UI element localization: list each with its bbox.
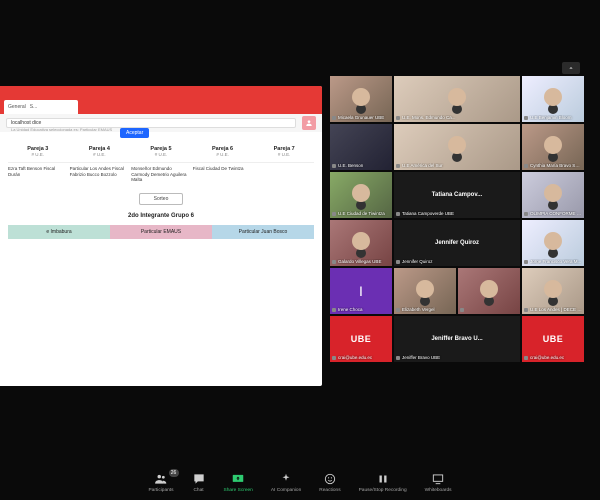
video-tile[interactable]: UBEcrai@ube.edu.ec — [522, 316, 584, 362]
whiteboard-icon — [431, 472, 445, 486]
video-tile[interactable]: U.E Ciudad de Tiwintza — [330, 172, 392, 218]
participant-name: Jorge Francisco Vera M... — [524, 259, 582, 264]
participant-name — [460, 307, 518, 312]
video-tile[interactable]: U.E América del Sur — [394, 124, 520, 170]
video-tile[interactable]: Jorge Francisco Vera M... — [522, 220, 584, 266]
participant-name: Cynthia María Bravo Suá... — [524, 163, 582, 168]
participant-name: Jeniffer Bravo UBE — [396, 355, 518, 360]
sparkle-icon — [279, 472, 293, 486]
group-bars: e Imbabura Particular EMAUS Particular J… — [8, 225, 314, 239]
record-icon — [376, 472, 390, 486]
video-tile[interactable]: U.E. Benson — [330, 124, 392, 170]
smile-icon — [323, 472, 337, 486]
participant-name: Elizabeth Vergel — [396, 307, 454, 312]
group-bar: Particular EMAUS — [110, 225, 212, 239]
share-screen-icon — [231, 472, 245, 486]
video-tile[interactable]: Jennifer QuirozJennifer Quiroz — [394, 220, 520, 266]
video-tile[interactable]: U.E Benjamin Bloom — [522, 76, 584, 122]
accept-button[interactable]: Aceptar — [120, 128, 149, 138]
video-tile[interactable]: IIrene Choca — [330, 268, 392, 314]
profile-avatar[interactable] — [302, 116, 316, 130]
video-tile[interactable] — [458, 268, 520, 314]
participants-icon — [154, 472, 168, 486]
video-tile[interactable]: U.E. Mons. Edmundo Ca... — [394, 76, 520, 122]
participant-name: U.E Ciudad de Tiwintza — [332, 211, 390, 216]
participant-name: crai@ube.edu.ec — [332, 355, 390, 360]
video-tile[interactable]: Elizabeth Vergel — [394, 268, 456, 314]
participant-name: crai@ube.edu.ec — [524, 355, 582, 360]
ai-companion-button[interactable]: AI Companion — [271, 472, 301, 493]
participant-name: U.E Los Andes | DECE Ps... — [524, 307, 582, 312]
video-tile[interactable]: Jeniffer Bravo U...Jeniffer Bravo UBE — [394, 316, 520, 362]
participants-count: 26 — [169, 469, 179, 477]
share-screen-button[interactable]: Share Screen — [224, 472, 253, 493]
participant-name: U.E Benjamin Bloom — [524, 115, 582, 120]
whiteboards-button[interactable]: Whiteboards — [425, 472, 452, 493]
tab[interactable]: S... — [30, 104, 38, 110]
pair-data-row: Ezra Taft Benson Fiscal Durán Particular… — [8, 162, 314, 183]
chat-button[interactable]: Chat — [192, 472, 206, 493]
participants-button[interactable]: 26 Participants — [148, 472, 173, 493]
browser-header: General S... — [0, 86, 322, 114]
dialog-title: localhost dice — [11, 120, 291, 126]
dialog-message: La Unidad Educativa seleccionada es: Par… — [11, 127, 291, 132]
participant-name: U.E América del Sur — [396, 163, 518, 168]
participant-name: Micaela Grunauer UBE — [332, 115, 390, 120]
pair-header-row: Pareja 3# U.E. Pareja 4# U.E. Pareja 5# … — [8, 146, 314, 158]
participant-name: OLIMPIA CONFORME U... — [524, 211, 582, 216]
video-tile[interactable]: U.E Los Andes | DECE Ps... — [522, 268, 584, 314]
sorteo-button[interactable]: Sorteo — [139, 193, 183, 205]
dialog-box: localhost dice La Unidad Educativa selec… — [6, 118, 296, 128]
reactions-button[interactable]: Reactions — [319, 472, 340, 493]
group-bar: Particular Juan Bosco — [212, 225, 314, 239]
participant-name: U.E. Benson — [332, 163, 390, 168]
video-tile[interactable]: OLIMPIA CONFORME U... — [522, 172, 584, 218]
participant-name: U.E. Mons. Edmundo Ca... — [396, 115, 518, 120]
participant-name: Tatiana Campoverde UBE — [396, 211, 518, 216]
tab[interactable]: General — [8, 104, 26, 110]
video-tile[interactable]: Cynthia María Bravo Suá... — [522, 124, 584, 170]
chat-icon — [192, 472, 206, 486]
group-bar: e Imbabura — [8, 225, 110, 239]
pause-recording-button[interactable]: Pause/Stop Recording — [359, 472, 407, 493]
group-title: 2do Integrante Grupo 6 — [8, 213, 314, 219]
collapse-gallery-button[interactable] — [562, 62, 580, 74]
video-gallery: Micaela Grunauer UBE U.E. Mons. Edmundo C… — [330, 76, 584, 362]
browser-tabs[interactable]: General S... — [4, 100, 78, 114]
video-tile[interactable]: Micaela Grunauer UBE — [330, 76, 392, 122]
participant-name: Irene Choca — [332, 307, 390, 312]
video-tile[interactable]: Galardo Villegas UBE — [330, 220, 392, 266]
video-tile[interactable]: Tatiana Campov...Tatiana Campoverde UBE — [394, 172, 520, 218]
video-tile[interactable]: UBEcrai@ube.edu.ec — [330, 316, 392, 362]
address-bar-row: localhost dice La Unidad Educativa selec… — [0, 114, 322, 132]
shared-screen: General S... localhost dice La Unidad Ed… — [0, 86, 322, 386]
meeting-toolbar: 26 Participants Chat Share Screen AI Com… — [0, 464, 600, 500]
participant-name: Jennifer Quiroz — [396, 259, 518, 264]
participant-name: Galardo Villegas UBE — [332, 259, 390, 264]
